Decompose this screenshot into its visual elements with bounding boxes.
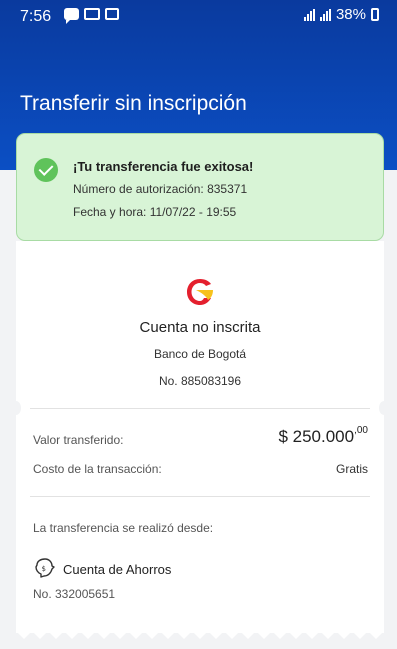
status-right: 38% bbox=[303, 6, 379, 23]
status-bar: 7:56 38% bbox=[0, 0, 397, 32]
amount-main: $ 250.000 bbox=[278, 427, 355, 446]
receipt-card: Cuenta no inscrita Banco de Bogotá No. 8… bbox=[11, 241, 389, 639]
battery-icon bbox=[371, 8, 379, 21]
status-time: 7:56 bbox=[20, 8, 52, 25]
success-title: ¡Tu transferencia fue exitosa! bbox=[73, 159, 254, 174]
page-title: Transferir sin inscripción bbox=[20, 92, 247, 115]
source-label: La transferencia se realizó desde: bbox=[33, 521, 214, 535]
source-account-number: No. 332005651 bbox=[33, 587, 116, 601]
destination-account-title: Cuenta no inscrita bbox=[139, 319, 261, 336]
receipt-notch-right bbox=[379, 401, 389, 415]
cost-label: Costo de la transacción: bbox=[33, 462, 162, 476]
svg-text:$: $ bbox=[42, 565, 46, 573]
signal-icon bbox=[303, 8, 315, 21]
transaction-datetime: Fecha y hora: 11/07/22 - 19:55 bbox=[73, 205, 237, 219]
receipt-notch-left bbox=[11, 401, 21, 415]
mail-icon bbox=[84, 8, 100, 20]
amount-value: $ 250.000,00 bbox=[278, 425, 368, 447]
destination-bank-name: Banco de Bogotá bbox=[153, 347, 247, 361]
amount-label: Valor transferido: bbox=[33, 433, 124, 447]
chat-icon bbox=[64, 8, 79, 24]
bank-logo-icon bbox=[187, 279, 213, 305]
divider bbox=[30, 496, 370, 497]
amount-cents: ,00 bbox=[354, 425, 368, 436]
success-banner: ¡Tu transferencia fue exitosa! Número de… bbox=[16, 133, 384, 241]
signal-icon bbox=[319, 8, 331, 21]
piggy-bank-icon: $ bbox=[35, 558, 55, 578]
image-icon bbox=[105, 8, 119, 20]
source-account-name: Cuenta de Ahorros bbox=[63, 562, 172, 577]
divider bbox=[30, 408, 370, 409]
receipt-zigzag-edge bbox=[16, 631, 384, 639]
destination-account-number: No. 885083196 bbox=[158, 374, 242, 388]
check-icon bbox=[34, 158, 58, 182]
authorization-number: Número de autorización: 835371 bbox=[73, 182, 248, 196]
battery-percent: 38% bbox=[335, 6, 366, 23]
notification-icons bbox=[64, 8, 119, 24]
cost-value: Gratis bbox=[335, 462, 368, 476]
